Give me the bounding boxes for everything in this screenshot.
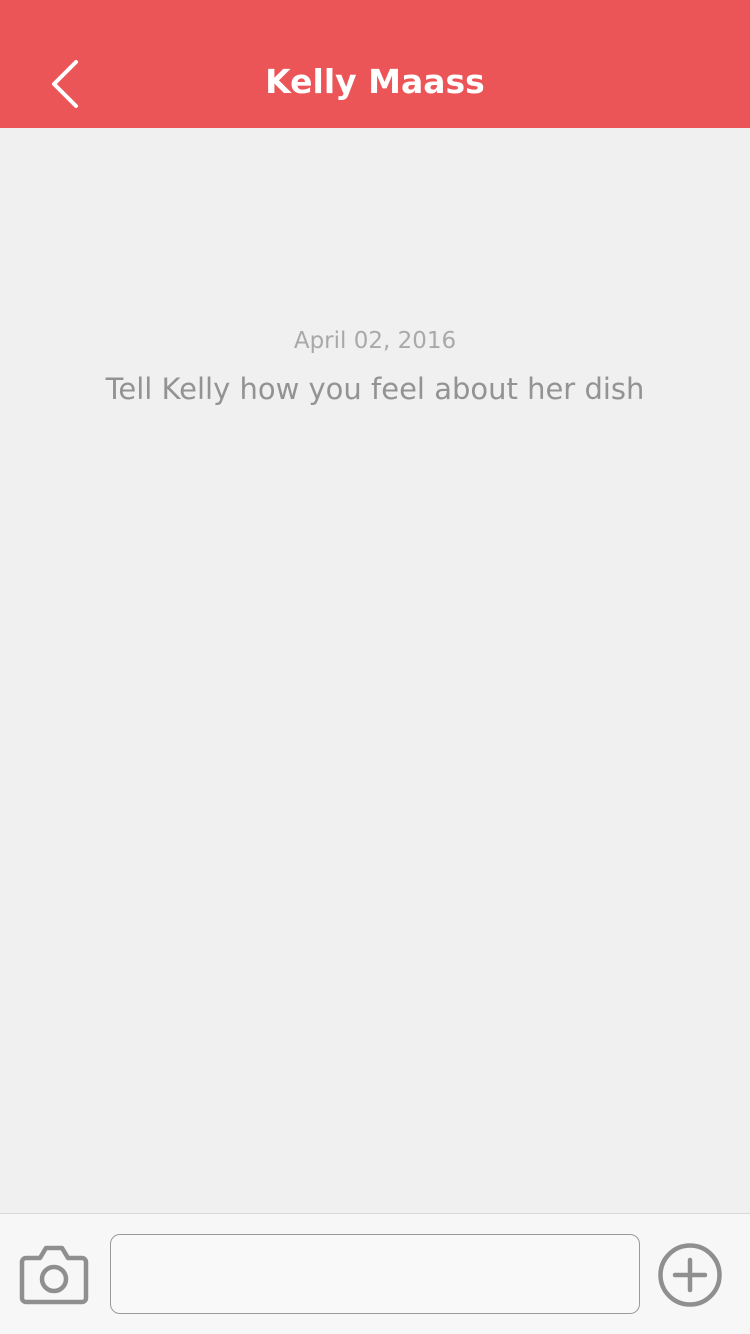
page-title: Kelly Maass bbox=[265, 62, 485, 101]
empty-conversation-prompt: Tell Kelly how you feel about her dish bbox=[105, 372, 645, 406]
camera-button[interactable] bbox=[18, 1244, 90, 1306]
header-bar: Kelly Maass bbox=[0, 0, 750, 128]
chat-screen: Kelly Maass April 02, 2016 Tell Kelly ho… bbox=[0, 0, 750, 1334]
conversation-area[interactable]: April 02, 2016 Tell Kelly how you feel a… bbox=[0, 128, 750, 1213]
plus-circle-icon bbox=[658, 1243, 722, 1307]
conversation-date: April 02, 2016 bbox=[293, 328, 457, 354]
message-composer bbox=[0, 1213, 750, 1334]
message-input[interactable] bbox=[110, 1234, 640, 1314]
camera-icon bbox=[19, 1245, 89, 1305]
add-button[interactable] bbox=[657, 1242, 723, 1308]
